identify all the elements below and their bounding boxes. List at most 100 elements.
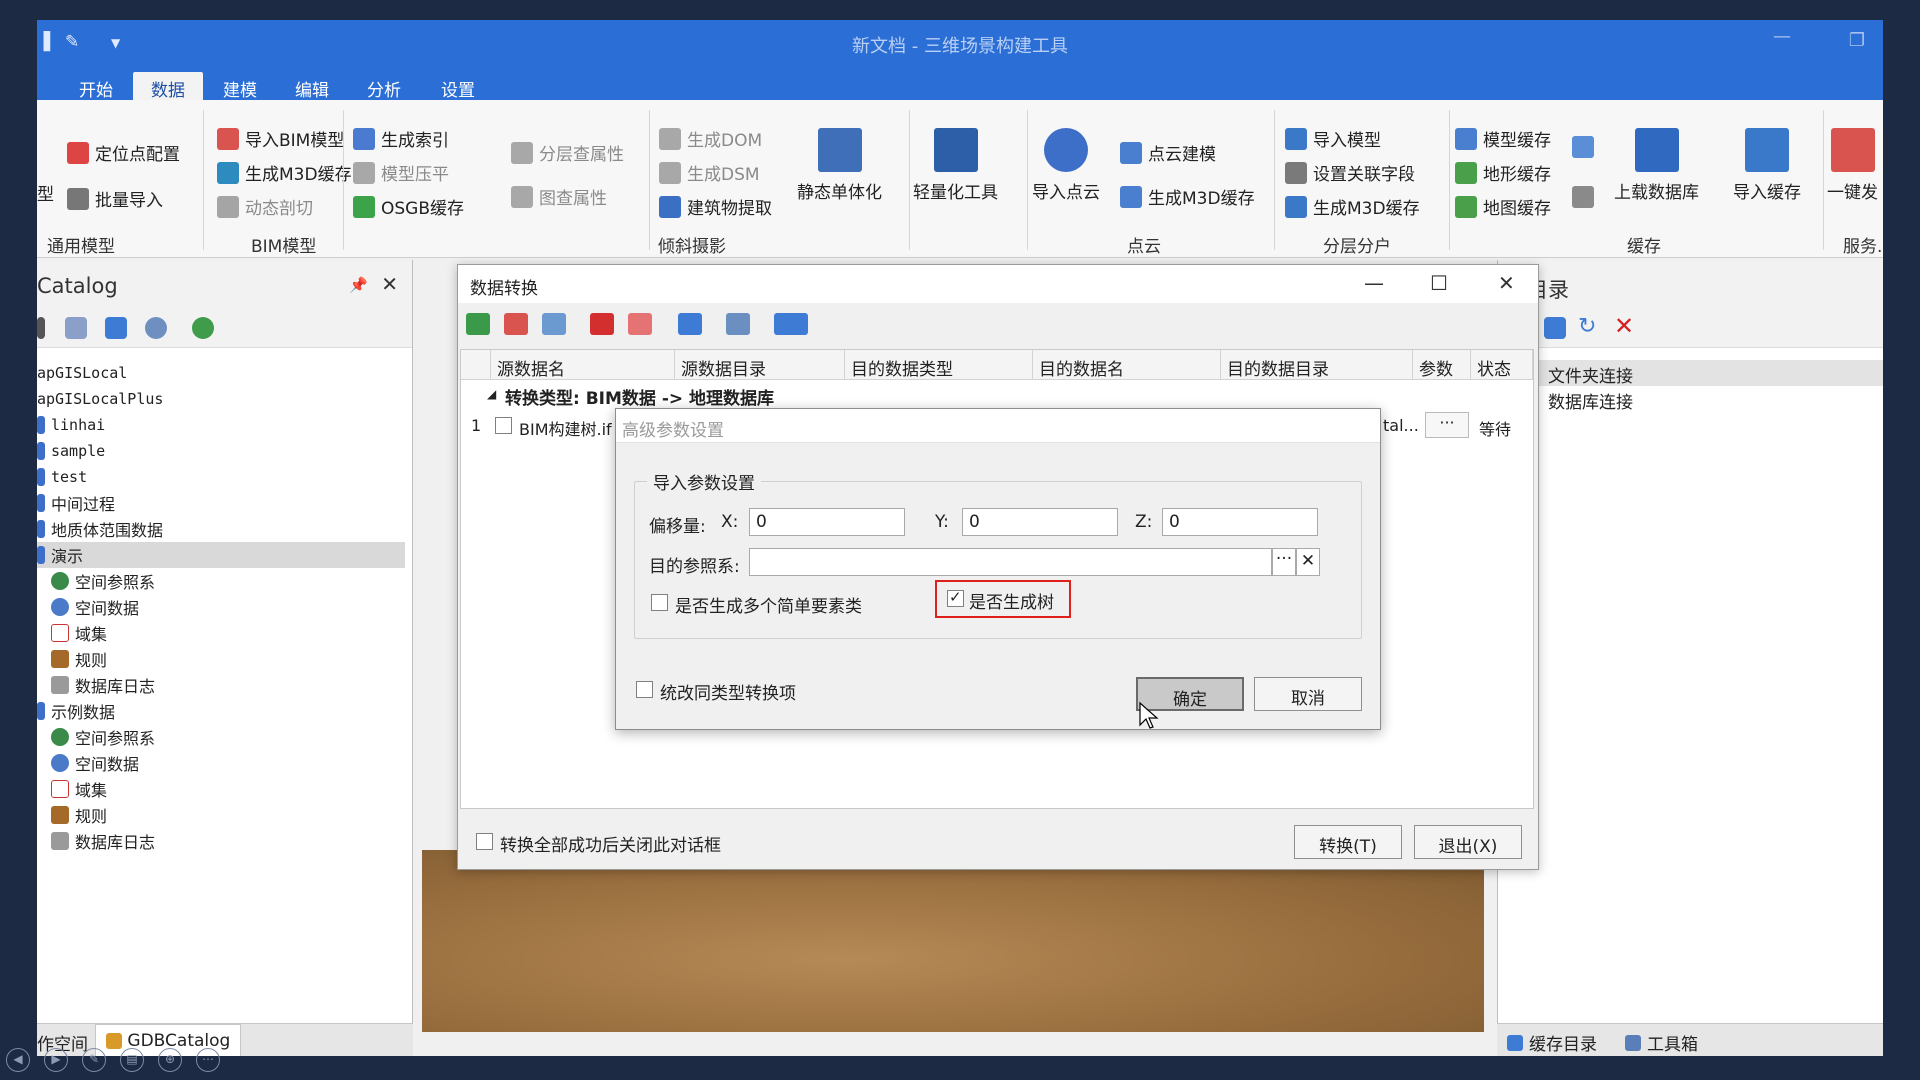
tree-node[interactable]: 示例数据 [37, 698, 115, 724]
edit-item-icon[interactable] [542, 313, 566, 335]
generate-m3d-cache-pointcloud-button[interactable]: 生成M3D缓存 [1120, 184, 1255, 209]
tab-settings[interactable]: 设置 [423, 72, 493, 101]
pin-icon[interactable]: 📌 [349, 276, 368, 294]
column-header[interactable]: 目的数据名 [1033, 350, 1221, 380]
column-header[interactable]: 参数 [1413, 350, 1471, 380]
tree-node[interactable]: 空间参照系 [51, 724, 155, 750]
generate-dsm-button[interactable]: 生成DSM [659, 160, 760, 185]
generate-m3d-cache-layered-button[interactable]: 生成M3D缓存 [1285, 194, 1420, 219]
point-cloud-modeling-button[interactable]: 点云建模 [1120, 140, 1216, 165]
tab-modeling[interactable]: 建模 [205, 72, 275, 101]
osgb-cache-button[interactable]: OSGB缓存 [353, 194, 464, 219]
refresh-icon[interactable] [105, 317, 127, 339]
tree-node[interactable]: 域集 [51, 620, 107, 646]
tree-node[interactable]: 规则 [51, 646, 107, 672]
more-icon[interactable]: ⋯ [196, 1048, 220, 1072]
cancel-button[interactable]: 取消 [1254, 677, 1362, 711]
column-header[interactable]: 目的数据类型 [845, 350, 1033, 380]
tree-node[interactable]: 地质体范围数据 [37, 516, 163, 542]
tab-edit[interactable]: 编辑 [277, 72, 347, 101]
tab-cache-directory[interactable]: 缓存目录 [1507, 1030, 1597, 1055]
folder-connection-item[interactable]: 文件夹连接 [1498, 360, 1883, 387]
ref-system-input[interactable] [749, 548, 1272, 576]
tree-node[interactable]: 域集 [51, 776, 107, 802]
offset-z-input[interactable]: 0 [1162, 508, 1318, 536]
close-icon[interactable]: ✕ [381, 272, 398, 296]
param-button[interactable]: ··· [1425, 412, 1469, 438]
building-extract-button[interactable]: 建筑物提取 [659, 194, 772, 219]
settings-icon[interactable] [726, 313, 750, 335]
pen-icon[interactable]: ✎ [82, 1048, 106, 1072]
row-checkbox[interactable] [495, 417, 512, 434]
database-connection-item[interactable]: 数据库连接 [1548, 388, 1633, 413]
minimize-icon[interactable]: — [1773, 26, 1791, 47]
tree-node[interactable]: linhai [37, 412, 105, 438]
tab-data[interactable]: 数据 [133, 72, 203, 101]
layer-query-attr-button[interactable]: 分层查属性 [511, 140, 624, 165]
tree-node[interactable]: 空间数据 [51, 594, 139, 620]
tree-node-selected[interactable]: 演示 [37, 542, 405, 568]
column-header[interactable]: 源数据目录 [675, 350, 845, 380]
terrain-cache-button[interactable]: 地形缓存 [1455, 160, 1551, 185]
tab-analysis[interactable]: 分析 [349, 72, 419, 101]
column-header[interactable]: 源数据名 [491, 350, 675, 380]
tab-toolbox[interactable]: 工具箱 [1625, 1030, 1698, 1055]
cache-small-icon-2[interactable] [1572, 186, 1594, 208]
cache-small-icon-1[interactable] [1572, 136, 1594, 158]
deselect-all-icon[interactable] [628, 313, 652, 335]
generate-m3d-cache-bim-button[interactable]: 生成M3D缓存 [217, 160, 352, 185]
dynamic-section-button[interactable]: 动态剖切 [217, 194, 313, 219]
generate-dom-button[interactable]: 生成DOM [659, 126, 762, 151]
multi-feature-class-checkbox[interactable] [651, 594, 668, 611]
tree-node[interactable]: 数据库日志 [51, 672, 155, 698]
one-click-publish-button[interactable]: 一键发 [1827, 128, 1878, 203]
browse-ref-icon[interactable]: ··· [1272, 548, 1296, 576]
search-icon[interactable] [145, 317, 167, 339]
tree-node[interactable]: 数据库日志 [51, 828, 155, 854]
import-bim-model-button[interactable]: 导入BIM模型 [217, 126, 344, 151]
tree-node[interactable]: sample [37, 438, 105, 464]
minimize-icon[interactable]: — [1364, 271, 1384, 295]
zoom-icon[interactable]: ⊕ [158, 1048, 182, 1072]
map-cache-button[interactable]: 地图缓存 [1455, 194, 1551, 219]
convert-button[interactable]: 转换(T) [1294, 825, 1402, 859]
tree-node[interactable]: 中间过程 [37, 490, 115, 516]
view-icon[interactable] [678, 313, 702, 335]
delete-icon[interactable]: ✕ [1614, 312, 1634, 340]
clear-ref-icon[interactable]: ✕ [1296, 548, 1320, 576]
lightweight-tool-button[interactable]: 轻量化工具 [913, 128, 998, 203]
tree-node[interactable]: 空间数据 [51, 750, 139, 776]
maximize-icon[interactable]: ☐ [1430, 271, 1448, 295]
add-item-icon[interactable] [466, 313, 490, 335]
import-model-button[interactable]: 导入模型 [1285, 126, 1381, 151]
offset-x-input[interactable]: 0 [749, 508, 905, 536]
tree-node[interactable]: 规则 [51, 802, 107, 828]
tool-icon-partial[interactable] [37, 317, 45, 339]
same-type-checkbox[interactable] [636, 681, 653, 698]
model-cache-button[interactable]: 模型缓存 [1455, 126, 1551, 151]
column-header[interactable]: 目的数据目录 [1221, 350, 1413, 380]
locate-point-config-button[interactable]: 定位点配置 [67, 140, 180, 165]
batch-import-button[interactable]: 批量导入 [67, 186, 163, 211]
play-icon[interactable]: ▶ [44, 1048, 68, 1072]
connect-icon[interactable] [1544, 317, 1566, 339]
refresh-icon[interactable]: ↻ [1578, 314, 1596, 339]
map-query-attr-button[interactable]: 图查属性 [511, 184, 607, 209]
conversion-group-row[interactable]: ◢ 转换类型: BIM数据 -> 地理数据库 [461, 380, 1533, 409]
collapse-icon[interactable]: ◢ [487, 387, 496, 401]
import-point-cloud-button[interactable]: 导入点云 [1032, 128, 1100, 203]
globe-icon[interactable] [192, 317, 214, 339]
remove-item-icon[interactable] [504, 313, 528, 335]
close-icon[interactable]: ✕ [1498, 271, 1515, 295]
close-after-success-checkbox[interactable] [476, 833, 493, 850]
static-singulation-button[interactable]: 静态单体化 [797, 128, 882, 203]
column-header[interactable]: 状态 [1471, 350, 1533, 380]
tree-node[interactable]: apGISLocalPlus [37, 386, 163, 412]
prev-icon[interactable]: ◀ [6, 1048, 30, 1072]
generate-index-button[interactable]: 生成索引 [353, 126, 449, 151]
tree-node[interactable]: apGISLocal [37, 360, 127, 386]
upload-database-button[interactable]: 上载数据库 [1614, 128, 1699, 203]
tree-node[interactable]: 空间参照系 [51, 568, 155, 594]
import-cache-button[interactable]: 导入缓存 [1733, 128, 1801, 203]
exit-button[interactable]: 退出(X) [1414, 825, 1522, 859]
